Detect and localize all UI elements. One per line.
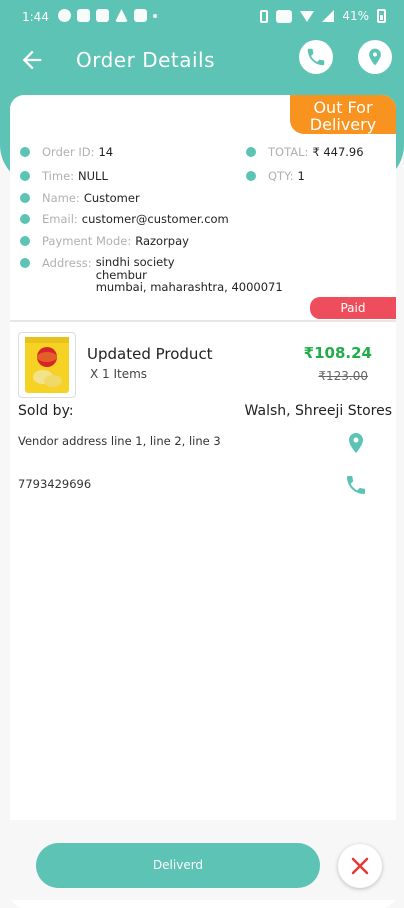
email-value: customer@customer.com	[81, 212, 229, 226]
bullet-icon	[20, 258, 30, 268]
time-value: NULL	[78, 169, 108, 183]
divider	[10, 320, 396, 322]
product-quantity: X 1 Items	[90, 367, 148, 381]
battery-percent: 41%	[342, 9, 369, 23]
location-button[interactable]	[358, 40, 392, 74]
phone-icon	[307, 48, 325, 66]
product-price: ₹108.24	[303, 344, 372, 362]
linkedin-icon	[96, 9, 109, 22]
name-label: Name:	[42, 191, 80, 205]
call-button[interactable]	[299, 40, 333, 74]
bullet-icon	[246, 171, 256, 181]
dot-icon	[153, 14, 157, 18]
bullet-icon	[20, 193, 30, 203]
page-title: Order Details	[76, 48, 216, 72]
status-time: 1:44	[22, 10, 49, 24]
name-row: Name: Customer	[20, 191, 140, 205]
bullet-icon	[20, 236, 30, 246]
qty-label: QTY:	[268, 169, 294, 183]
vendor-address: Vendor address line 1, line 2, line 3	[18, 434, 221, 448]
address-line-1: sindhi society	[95, 255, 175, 269]
payment-mode-label: Payment Mode:	[42, 234, 132, 248]
product-image	[18, 332, 76, 398]
vendor-call-button[interactable]	[344, 473, 368, 501]
notification-icons	[58, 9, 157, 22]
bullet-icon	[246, 147, 256, 157]
address-value: sindhi society chembur mumbai, maharasht…	[96, 256, 283, 294]
vendor-name: Walsh, Shreeji Stores	[244, 403, 392, 419]
order-id-value: 14	[98, 145, 114, 159]
vendor-phone: 7793429696	[18, 477, 92, 491]
qty-value: 1	[297, 169, 305, 183]
status-bar: 1:44 41%	[0, 0, 404, 36]
gmail-icon	[134, 9, 147, 22]
product-name: Updated Product	[87, 345, 213, 363]
top-app-bar: Order Details	[0, 40, 404, 84]
address-row: Address: sindhi society chembur mumbai, …	[20, 256, 283, 294]
order-status-badge: Out For Delivery	[290, 95, 396, 134]
time-row: Time: NULL	[20, 169, 108, 183]
payment-status-badge: Paid	[310, 297, 396, 319]
product-mrp: ₹123.00	[318, 369, 368, 383]
system-icons: 41%	[260, 9, 386, 23]
vendor-location-button[interactable]	[344, 429, 368, 461]
battery-icon	[377, 9, 386, 23]
signal-icon	[322, 10, 335, 22]
alert-icon	[115, 9, 128, 22]
address-label: Address:	[42, 256, 92, 270]
delivered-button[interactable]: Deliverd	[36, 843, 320, 888]
chips-bag-image	[25, 337, 69, 393]
order-id-label: Order ID:	[42, 145, 95, 159]
payment-mode-row: Payment Mode: Razorpay	[20, 234, 189, 248]
payment-mode-value: Razorpay	[135, 234, 189, 248]
sold-by-label: Sold by:	[18, 403, 74, 419]
order-id-row: Order ID: 14	[20, 145, 113, 159]
data-saver-icon	[276, 9, 293, 23]
email-row: Email: customer@customer.com	[20, 212, 229, 226]
location-pin-icon	[369, 48, 381, 66]
order-card: Out For Delivery Order ID: 14 TOTAL: ₹ 4…	[10, 95, 396, 908]
back-button[interactable]	[18, 46, 46, 74]
address-line-3: mumbai, maharashtra, 4000071	[95, 280, 283, 294]
cancel-button[interactable]	[338, 844, 382, 888]
bullet-icon	[20, 171, 30, 181]
qty-row: QTY: 1	[246, 169, 305, 183]
bullet-icon	[20, 147, 30, 157]
close-icon	[351, 857, 369, 875]
time-label: Time:	[42, 169, 75, 183]
back-arrow-icon	[22, 50, 42, 70]
total-label: TOTAL:	[268, 145, 309, 159]
instagram-icon	[77, 9, 90, 22]
location-pin-icon	[349, 433, 363, 453]
email-label: Email:	[42, 212, 78, 226]
device-icon	[260, 9, 269, 23]
phone-icon	[347, 476, 365, 494]
wifi-icon	[300, 10, 315, 22]
name-value: Customer	[83, 191, 140, 205]
notification-icon	[58, 9, 71, 22]
bullet-icon	[20, 214, 30, 224]
total-value: ₹ 447.96	[312, 145, 364, 159]
total-row: TOTAL: ₹ 447.96	[246, 145, 364, 159]
